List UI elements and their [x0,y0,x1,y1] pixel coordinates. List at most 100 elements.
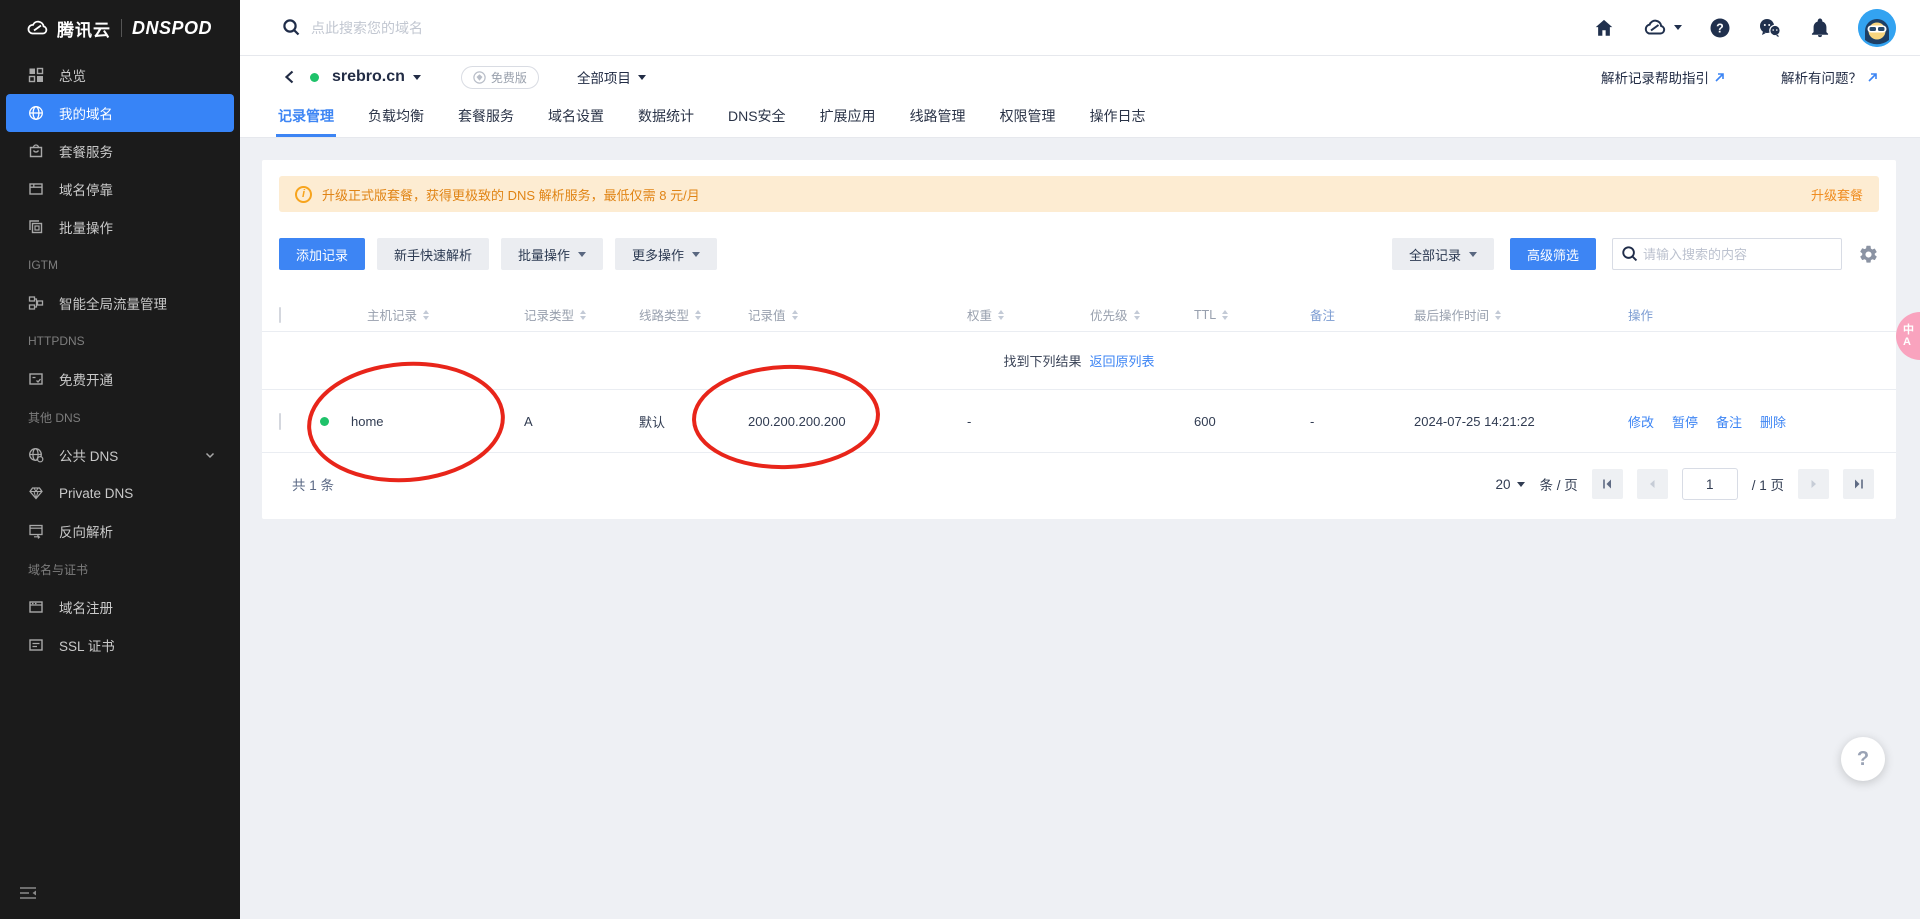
upgrade-banner-text: 升级正式版套餐，获得更极致的 DNS 解析服务，最低仅需 8 元/月 [322,187,700,203]
sidebar-item-batch-operations[interactable]: 批量操作 [6,208,234,246]
quick-resolution-button[interactable]: 新手快速解析 [377,238,490,270]
records-panel: i 升级正式版套餐，获得更极致的 DNS 解析服务，最低仅需 8 元/月 升级套… [262,160,1896,519]
sidebar-item-label: 智能全局流量管理 [59,297,167,312]
tab-domain-settings[interactable]: 域名设置 [546,98,606,137]
column-header-priority[interactable]: 优先级 [1090,305,1194,324]
cell-line: 默认 [639,414,666,430]
upgrade-plan-link[interactable]: 升级套餐 [1811,185,1863,204]
advanced-filter-button[interactable]: 高级筛选 [1509,238,1596,270]
tab-load-balancing[interactable]: 负载均衡 [366,98,426,137]
package-icon [29,144,43,158]
sidebar-group-httpdns: HTTPDNS [28,334,85,348]
console-switcher[interactable] [1642,17,1682,39]
record-filter-dropdown[interactable]: 全部记录 [1391,238,1494,270]
sidebar-item-reverse-dns[interactable]: 反向解析 [6,512,234,550]
column-header-weight[interactable]: 权重 [967,305,1090,324]
tab-permissions[interactable]: 权限管理 [998,98,1058,137]
sidebar-item-httpdns-free[interactable]: 免费开通 [6,360,234,398]
brand-logo[interactable]: 腾讯云 DNSPOD [0,0,240,56]
remark-link[interactable]: 备注 [1716,412,1742,431]
select-all-checkbox[interactable] [279,306,281,323]
sort-icon [998,309,1005,320]
record-search-box[interactable] [1612,238,1842,270]
total-count: 共 1 条 [292,478,335,493]
home-button[interactable] [1593,17,1615,39]
page-size-value: 20 [1495,476,1511,492]
sidebar: 腾讯云 DNSPOD 总览 我的域名 套餐服务 域名停靠 批量操作 IGTM 智… [0,0,240,919]
more-operations-dropdown[interactable]: 更多操作 [615,238,718,270]
top-bar: ? [240,0,1920,56]
domain-header: srebro.cn 免费版 全部项目 解析记录帮助指引 解析有问题？ [240,56,1920,98]
sidebar-item-label: 总览 [59,69,86,84]
sidebar-item-plans[interactable]: 套餐服务 [6,132,234,170]
wechat-button[interactable] [1758,17,1782,39]
page-number-input[interactable] [1681,468,1738,500]
project-selector[interactable]: 全部项目 [577,67,646,87]
notifications-button[interactable] [1809,17,1831,39]
sidebar-group-igtm: IGTM [28,258,58,272]
tab-statistics[interactable]: 数据统计 [636,98,696,137]
avatar[interactable] [1858,8,1896,47]
back-button[interactable] [282,69,298,85]
column-header-value[interactable]: 记录值 [748,305,967,324]
last-page-button[interactable] [1843,469,1874,499]
language-switch-tab[interactable]: 中 A [1896,312,1920,360]
help-float-button[interactable]: ? [1841,737,1885,781]
column-header-type[interactable]: 记录类型 [524,305,639,324]
next-page-button[interactable] [1798,469,1829,499]
sidebar-item-domain-parking[interactable]: 域名停靠 [6,170,234,208]
sidebar-item-my-domains[interactable]: 我的域名 [6,94,234,132]
sidebar-item-public-dns[interactable]: 公共 DNS [6,436,234,474]
column-header-ttl[interactable]: TTL [1194,308,1310,322]
help-button[interactable]: ? [1709,17,1731,39]
page-size-dropdown[interactable]: 20 [1495,476,1526,492]
add-record-button[interactable]: 添加记录 [279,238,366,270]
plan-badge[interactable]: 免费版 [460,65,539,89]
help-guide-label: 解析记录帮助指引 [1601,71,1709,86]
back-to-list-link[interactable]: 返回原列表 [1090,351,1155,370]
chevron-down-icon[interactable] [412,74,421,80]
cell-updated: 2024-07-25 14:21:22 [1414,413,1535,429]
column-label: 优先级 [1090,309,1128,323]
sidebar-collapse-button[interactable] [18,884,38,907]
cell-type: A [524,413,533,429]
row-checkbox[interactable] [279,412,281,430]
domain-name[interactable]: srebro.cn [332,68,405,86]
column-header-host[interactable]: 主机记录 [318,305,524,324]
project-selector-label: 全部项目 [576,71,631,86]
tab-dns-security[interactable]: DNS安全 [726,98,788,137]
tab-operation-logs[interactable]: 操作日志 [1088,98,1148,137]
table-row: home A 默认 200.200.200.200 - 600 - 2024-0… [262,390,1896,453]
gear-icon[interactable] [1858,244,1879,265]
prev-page-button[interactable] [1636,469,1668,499]
column-header-line[interactable]: 线路类型 [639,305,748,324]
resolution-problem-link[interactable]: 解析有问题？ [1781,67,1878,87]
tab-extensions[interactable]: 扩展应用 [818,98,878,137]
chevron-down-icon [692,251,701,257]
tab-line-management[interactable]: 线路管理 [908,98,968,137]
tab-plan-service[interactable]: 套餐服务 [456,98,516,137]
edit-link[interactable]: 修改 [1628,412,1654,431]
record-search-input[interactable] [1643,246,1833,262]
window-icon [29,601,43,613]
chevron-down-icon [1468,251,1477,257]
global-search-input[interactable] [311,19,731,36]
sidebar-item-label: 域名停靠 [59,183,113,198]
sidebar-item-igtm[interactable]: 智能全局流量管理 [6,284,234,322]
column-header-updated[interactable]: 最后操作时间 [1414,305,1628,324]
sort-icon [791,309,798,320]
sidebar-item-overview[interactable]: 总览 [6,56,234,94]
help-guide-link[interactable]: 解析记录帮助指引 [1601,67,1725,87]
global-search[interactable] [282,18,1593,37]
sidebar-item-private-dns[interactable]: Private DNS [6,474,234,512]
first-page-button[interactable] [1591,469,1623,499]
sidebar-item-ssl-certificates[interactable]: SSL 证书 [6,626,234,664]
batch-operation-dropdown[interactable]: 批量操作 [501,238,604,270]
sidebar-item-domain-registration[interactable]: 域名注册 [6,588,234,626]
pause-link[interactable]: 暂停 [1672,412,1698,431]
column-label: 权重 [967,309,993,323]
tab-record-management[interactable]: 记录管理 [276,98,336,137]
delete-link[interactable]: 删除 [1760,412,1786,431]
chevron-down-icon [1674,25,1682,30]
column-label: 最后操作时间 [1414,309,1490,323]
